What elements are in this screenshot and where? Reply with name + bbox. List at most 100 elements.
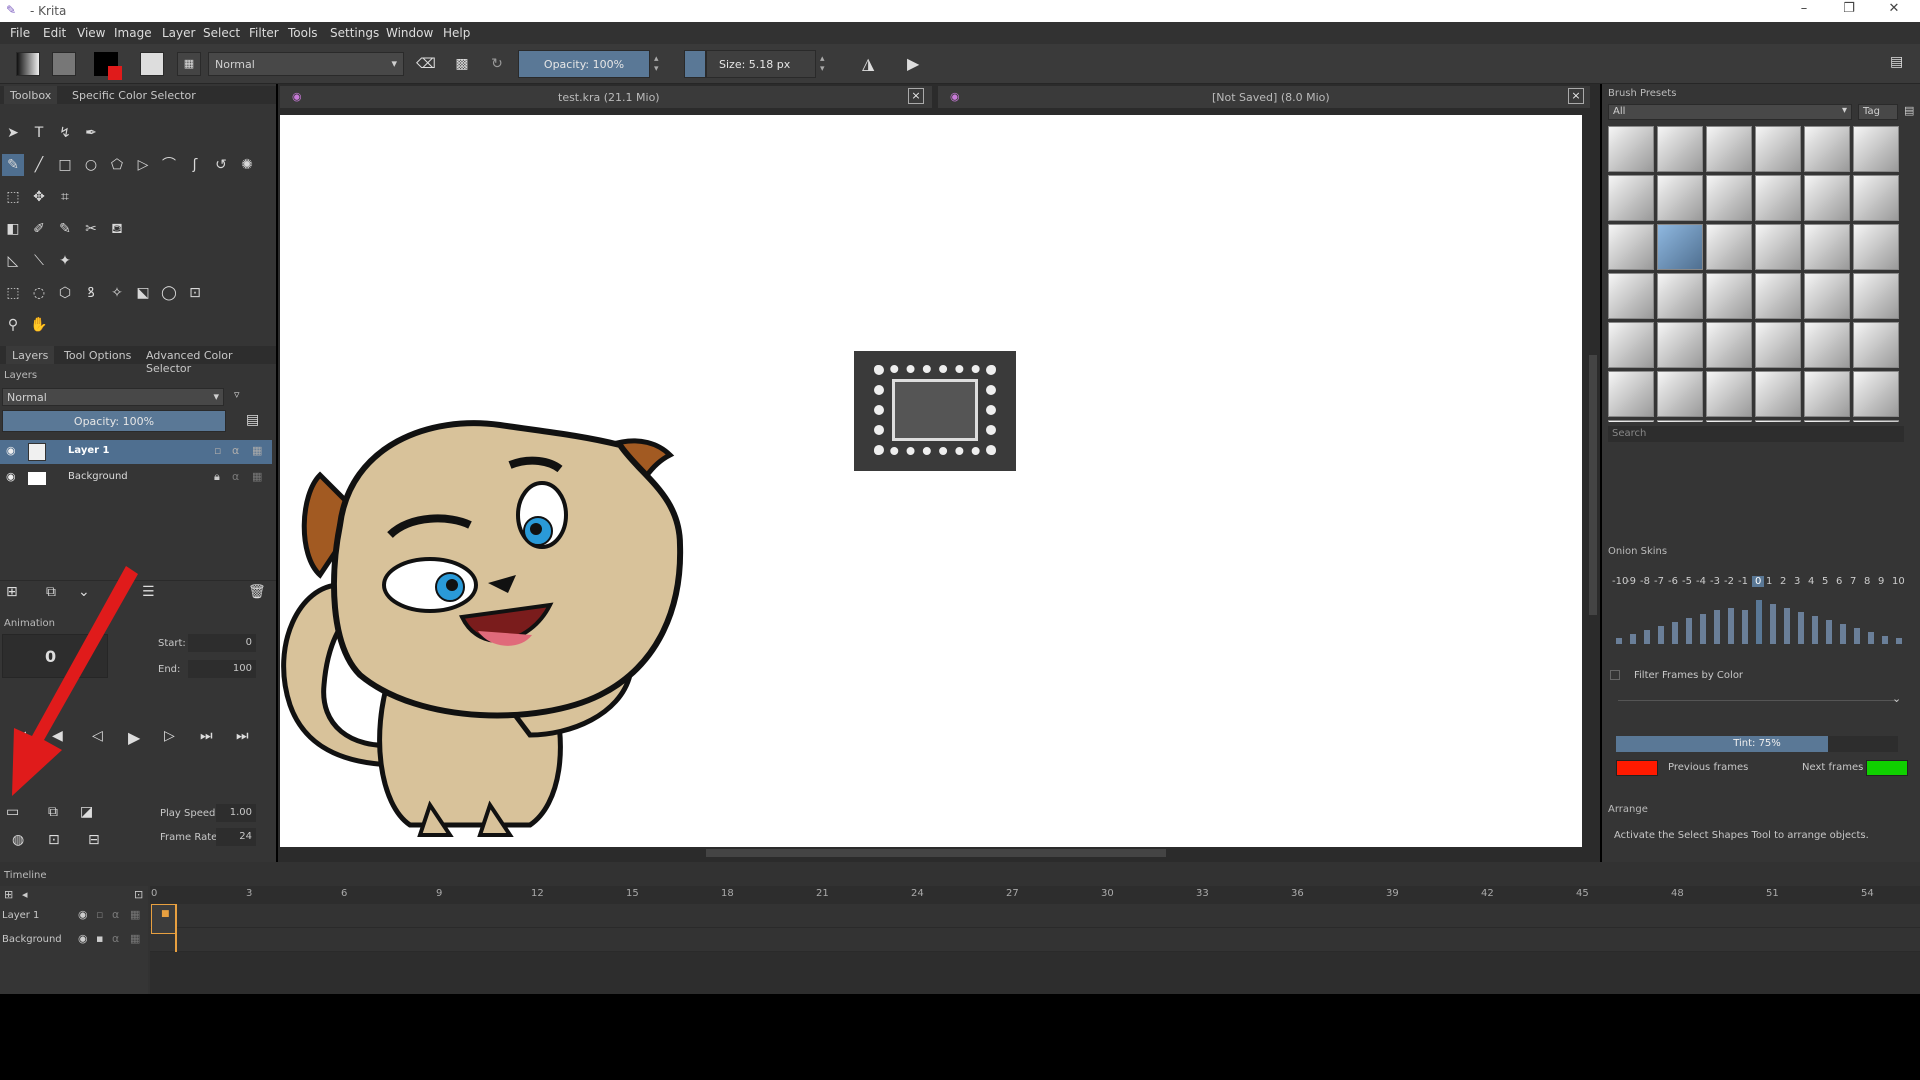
onion-skin-icon[interactable]: ◍ [12, 832, 24, 848]
alpha-icon[interactable]: α [112, 932, 119, 945]
scrollbar-thumb[interactable] [706, 849, 1166, 857]
play-speed-field[interactable]: 1.00 [216, 804, 256, 822]
onion-frame-number[interactable]: 5 [1822, 576, 1828, 587]
alpha-icon[interactable]: α [232, 470, 239, 483]
onion-frame-number[interactable]: -1 [1738, 576, 1748, 587]
brush-preset-thumbnail[interactable] [1804, 175, 1850, 221]
ruler-tool-icon[interactable]: ⟍ [28, 250, 50, 272]
ellipse-select-icon[interactable]: ◌ [28, 282, 50, 304]
similar-select-icon[interactable]: ⬕ [132, 282, 154, 304]
timeline-layer-row[interactable]: Layer 1 ◉ ▫ α ▦ [0, 904, 148, 928]
crop-tool-icon[interactable]: ⌗ [54, 186, 76, 208]
onion-opacity-bar[interactable] [1686, 618, 1692, 644]
brush-preset-thumbnail[interactable] [1755, 322, 1801, 368]
vertical-scrollbar[interactable] [1588, 115, 1598, 847]
keyframe-layer1-0[interactable]: ■ [151, 904, 177, 934]
horizontal-scrollbar[interactable] [280, 848, 1582, 858]
brush-preset-thumbnail[interactable] [1657, 224, 1703, 270]
onion-opacity-bar[interactable] [1658, 626, 1664, 644]
onion-opacity-bar[interactable] [1616, 638, 1622, 644]
onion-frame-number[interactable]: -5 [1682, 576, 1692, 587]
eraser-icon[interactable]: ⌫ [414, 52, 438, 76]
onion-frame-number[interactable]: 6 [1836, 576, 1842, 587]
calligraphy-icon[interactable]: ✒ [80, 122, 102, 144]
tab-toolbox[interactable]: Toolbox [4, 86, 58, 104]
pan-tool-icon[interactable]: ✋ [28, 314, 50, 336]
add-layer-icon[interactable]: ⊞ [4, 888, 13, 901]
blend-mode-select[interactable]: Normal ▾ [208, 52, 404, 76]
gradient-tool-icon[interactable]: ◧ [2, 218, 24, 240]
close-window-button[interactable]: ✕ [1879, 1, 1909, 16]
eye-icon[interactable]: ◉ [78, 908, 88, 921]
menu-window[interactable]: Window [386, 26, 433, 40]
previous-frames-color[interactable] [1616, 760, 1658, 776]
layer-settings-icon[interactable]: ☰ [142, 584, 155, 600]
onion-opacity-bar[interactable] [1700, 614, 1706, 644]
rectangle-tool-icon[interactable]: □ [54, 154, 76, 176]
alpha-icon[interactable]: α [232, 444, 239, 457]
onion-frame-number[interactable]: -4 [1696, 576, 1706, 587]
polygon-tool-icon[interactable]: ⬠ [106, 154, 128, 176]
playback-range-icon[interactable]: ⊟ [88, 832, 100, 848]
dynamic-brush-icon[interactable]: ↺ [210, 154, 232, 176]
eye-icon[interactable]: ◉ [6, 444, 16, 457]
brush-preset-thumbnail[interactable] [1706, 420, 1752, 422]
onion-opacity-bar[interactable] [1882, 636, 1888, 644]
onion-opacity-bar[interactable] [1868, 632, 1874, 644]
timeline-track-background[interactable] [150, 928, 1920, 952]
last-frame-icon[interactable]: ⏭ [236, 728, 249, 744]
menu-help[interactable]: Help [443, 26, 470, 40]
brush-preset-thumbnail[interactable] [1804, 224, 1850, 270]
onion-opacity-bar[interactable] [1644, 630, 1650, 644]
onion-opacity-bar[interactable] [1714, 610, 1720, 644]
tab-specific-color-selector[interactable]: Specific Color Selector [66, 86, 202, 104]
opacity-slider[interactable]: Opacity: 100% [518, 50, 650, 78]
drawing-canvas[interactable] [280, 115, 1582, 847]
delete-layer-icon[interactable]: 🗑︎ [248, 584, 266, 600]
brush-preset-button[interactable] [140, 52, 164, 76]
frame-rate-field[interactable]: 24 [216, 828, 256, 846]
onion-opacity-bar[interactable] [1784, 608, 1790, 644]
onion-opacity-bar[interactable] [1812, 616, 1818, 644]
onion-opacity-bars[interactable] [1614, 596, 1910, 644]
timeline-frames[interactable]: 0 3 6 9 12 15 18 21 24 27 30 33 36 39 42 45 48 51 54 ■ [150, 886, 1920, 994]
gradient-button[interactable] [16, 52, 40, 76]
opacity-spin-icon[interactable]: ▴ ▾ [654, 54, 659, 74]
onion-opacity-bar[interactable] [1630, 634, 1636, 644]
bezier-tool-icon[interactable]: ⌒ [158, 154, 180, 176]
brush-preset-thumbnail[interactable] [1853, 126, 1899, 172]
brush-preset-thumbnail[interactable] [1657, 175, 1703, 221]
onion-frame-number[interactable]: -7 [1654, 576, 1664, 587]
chevron-down-icon[interactable]: ⌄ [1892, 692, 1901, 705]
polygon-select-icon[interactable]: ⬡ [54, 282, 76, 304]
document-tab-unsaved[interactable]: ◉ [Not Saved] (8.0 Mio) × [938, 86, 1590, 108]
lock-icon[interactable]: ▫ [214, 444, 221, 457]
mirror-vertical-icon[interactable]: ▶ [907, 54, 919, 73]
tab-advanced-color-selector[interactable]: Advanced Color Selector [140, 346, 276, 375]
pattern-button[interactable] [52, 52, 76, 76]
onion-frame-number[interactable]: -8 [1640, 576, 1650, 587]
onion-opacity-bar[interactable] [1854, 628, 1860, 644]
brush-preset-thumbnail[interactable] [1706, 322, 1752, 368]
workspace-icon[interactable]: ▤ [1890, 54, 1903, 70]
next-keyframe-icon[interactable]: ⏭ [200, 728, 213, 744]
filter-frames-checkbox[interactable] [1610, 670, 1620, 680]
onion-frame-number[interactable]: 0 [1752, 576, 1765, 587]
brush-preset-thumbnail[interactable] [1853, 224, 1899, 270]
smart-patch-icon[interactable]: ✎ [54, 218, 76, 240]
onion-frame-number[interactable]: 4 [1808, 576, 1814, 587]
brush-preset-thumbnail[interactable] [1608, 420, 1654, 422]
brush-preset-thumbnail[interactable] [1853, 322, 1899, 368]
brush-preset-thumbnail[interactable] [1657, 322, 1703, 368]
layer-row-layer1[interactable]: ◉ Layer 1 ▫ α ▦ [0, 440, 272, 464]
reload-icon[interactable]: ↻ [485, 52, 509, 76]
brush-preset-thumbnail[interactable] [1706, 273, 1752, 319]
brush-preset-thumbnail[interactable] [1804, 126, 1850, 172]
background-color-swatch[interactable] [108, 66, 122, 80]
brush-preset-thumbnail[interactable] [1853, 175, 1899, 221]
drop-frames-icon[interactable]: ⊡ [48, 832, 60, 848]
layer-row-background[interactable]: ◉ Background 🔒︎ α ▦ [0, 466, 272, 490]
brush-preset-thumbnail[interactable] [1755, 273, 1801, 319]
brush-preset-thumbnail[interactable] [1657, 420, 1703, 422]
grid-icon[interactable]: ▦ [177, 52, 201, 76]
